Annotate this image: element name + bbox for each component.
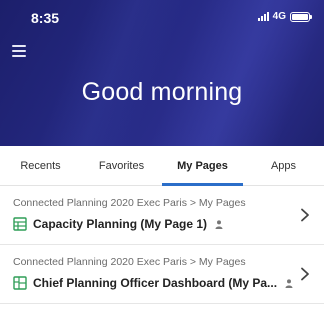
list-item[interactable]: Connected Planning 2020 Exec Paris > My …	[0, 186, 324, 245]
page-title: Chief Planning Officer Dashboard (My Pa.…	[33, 276, 277, 290]
list-item[interactable]: Connected Planning 2020 Exec Paris > My …	[0, 245, 324, 304]
header-banner: 8:35 4G Good morning	[0, 0, 324, 146]
tab-recents[interactable]: Recents	[0, 146, 81, 185]
chevron-right-icon	[301, 208, 309, 222]
dashboard-icon	[13, 276, 27, 290]
menu-button[interactable]	[12, 45, 26, 57]
battery-icon	[290, 11, 312, 22]
greeting-title: Good morning	[81, 78, 243, 106]
grid-table-icon	[13, 217, 27, 231]
tab-apps[interactable]: Apps	[243, 146, 324, 185]
user-icon	[285, 278, 293, 288]
tab-favorites[interactable]: Favorites	[81, 146, 162, 185]
page-title: Capacity Planning (My Page 1)	[33, 217, 208, 231]
tab-bar: Recents Favorites My Pages Apps	[0, 146, 324, 186]
signal-icon	[257, 12, 269, 21]
pages-list: Connected Planning 2020 Exec Paris > My …	[0, 186, 324, 304]
hamburger-icon	[12, 45, 26, 47]
network-label: 4G	[272, 11, 286, 22]
page-path: Connected Planning 2020 Exec Paris > My …	[13, 256, 246, 268]
status-time: 8:35	[31, 10, 60, 26]
page-path: Connected Planning 2020 Exec Paris > My …	[13, 197, 246, 209]
chevron-right-icon	[301, 267, 309, 281]
user-icon	[215, 219, 223, 229]
status-indicators: 4G	[257, 11, 312, 22]
tab-my-pages[interactable]: My Pages	[162, 146, 243, 186]
